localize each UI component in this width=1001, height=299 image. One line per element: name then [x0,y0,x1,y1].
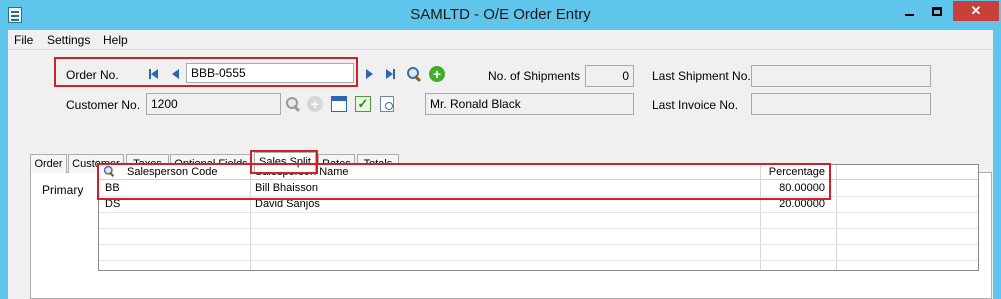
last-invoice-field [751,93,931,115]
primary-label: Primary [42,183,84,197]
menu-file[interactable]: File [14,33,33,47]
last-invoice-label: Last Invoice No. [652,98,739,112]
sales-split-rows-highlight [97,163,831,200]
document-zoom-icon[interactable] [380,96,394,112]
last-shipment-field [751,65,931,87]
customer-no-label: Customer No. [66,98,141,112]
maximize-icon [931,6,942,16]
title-bar: SAMLTD - O/E Order Entry ✕ [0,0,1001,30]
first-record-button[interactable] [146,67,160,81]
customer-finder-icon[interactable] [285,96,301,112]
last-shipment-label: Last Shipment No. [652,69,751,83]
window-title: SAMLTD - O/E Order Entry [410,6,591,23]
menu-help[interactable]: Help [103,33,128,47]
credit-check-icon[interactable]: ✓ [355,96,371,112]
customer-info-icon[interactable] [331,96,347,112]
shipments-label: No. of Shipments [488,69,581,83]
maximize-button[interactable] [923,1,950,21]
minimize-button[interactable] [896,1,923,21]
new-order-icon[interactable]: + [429,66,445,82]
customer-name-field: Mr. Ronald Black [425,93,634,115]
last-record-button[interactable] [383,67,397,81]
customer-no-field: 1200 [146,93,281,115]
window-client: File Settings Help Order No. BBB-0555 + … [8,30,993,299]
menu-settings[interactable]: Settings [47,33,90,47]
order-finder-icon[interactable] [406,66,422,82]
order-no-input[interactable]: BBB-0555 [186,63,354,83]
shipments-field: 0 [585,65,634,87]
next-record-button[interactable] [362,67,376,81]
close-icon: ✕ [970,3,982,18]
new-customer-icon[interactable]: + [307,96,323,112]
order-no-label: Order No. [66,68,119,82]
minimize-icon [905,14,914,16]
previous-record-button[interactable] [168,67,182,81]
tab-order[interactable]: Order [30,154,67,173]
close-button[interactable]: ✕ [953,1,999,21]
menu-bar: File Settings Help [8,30,993,50]
